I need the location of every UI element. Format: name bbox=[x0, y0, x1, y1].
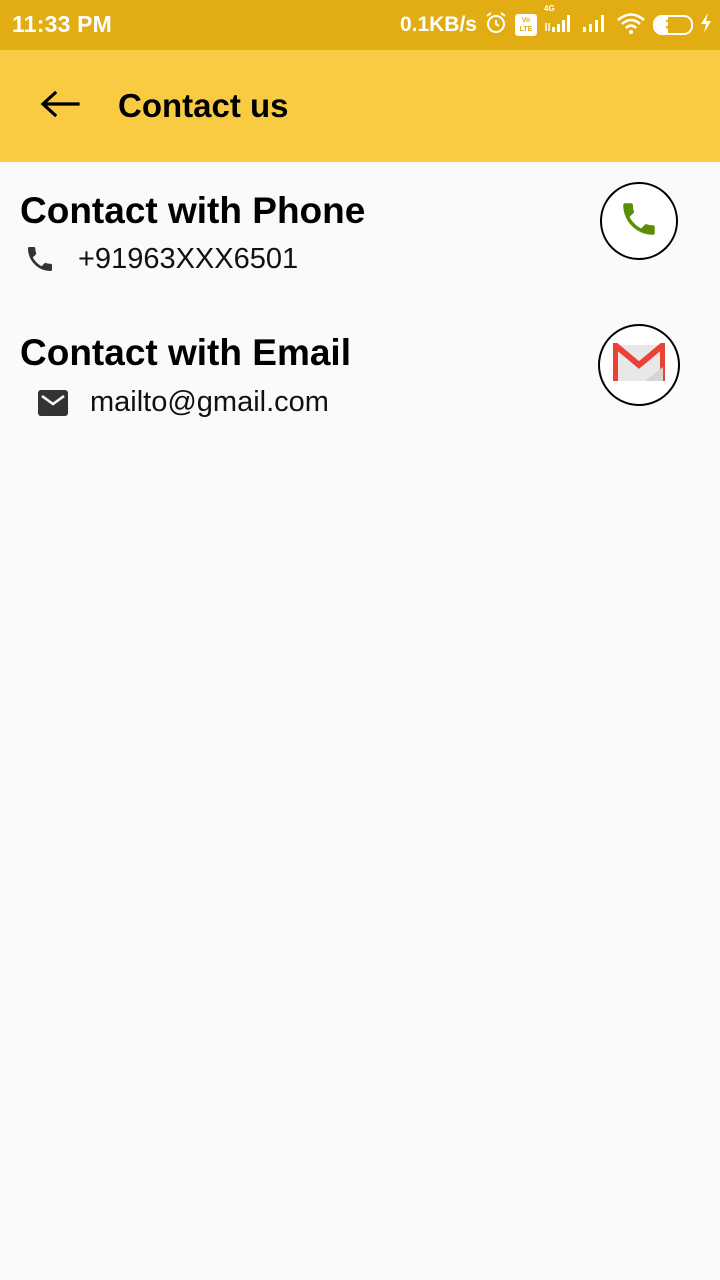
status-time: 11:33 PM bbox=[12, 11, 113, 37]
call-button[interactable] bbox=[600, 182, 678, 260]
status-icons: 0.1KB/s Vo LTE 4G 37 bbox=[399, 4, 712, 40]
email-address: mailto@gmail.com bbox=[90, 386, 329, 418]
gmail-button[interactable] bbox=[598, 324, 680, 406]
arrow-back-icon bbox=[40, 90, 80, 123]
email-row[interactable]: mailto@gmail.com bbox=[38, 386, 329, 419]
back-button[interactable] bbox=[32, 78, 88, 134]
phone-number: +91963XXX6501 bbox=[78, 242, 299, 275]
charging-icon bbox=[700, 12, 712, 39]
email-section-title: Contact with Email bbox=[20, 332, 351, 373]
signal-4g-icon: 4G bbox=[544, 4, 574, 39]
gmail-icon bbox=[612, 338, 666, 388]
email-icon bbox=[38, 387, 70, 419]
wifi-icon bbox=[616, 11, 646, 40]
status-bar: 11:33 PM 0.1KB/s Vo LTE 4G 37 bbox=[0, 0, 720, 50]
volte-icon: Vo LTE bbox=[515, 14, 537, 36]
battery-level: 37 bbox=[665, 16, 681, 32]
phone-section-title: Contact with Phone bbox=[20, 190, 366, 231]
network-speed: 0.1KB/s bbox=[399, 13, 477, 36]
phone-icon bbox=[24, 242, 58, 276]
phone-call-icon bbox=[618, 198, 660, 245]
page-title: Contact us bbox=[118, 87, 289, 124]
battery-icon: 37 bbox=[653, 15, 693, 35]
alarm-icon bbox=[484, 11, 508, 40]
phone-row[interactable]: +91963XXX6501 bbox=[24, 242, 298, 276]
app-toolbar: Contact us bbox=[0, 50, 720, 162]
signal-icon bbox=[581, 12, 609, 39]
network-type-label: 4G bbox=[544, 3, 555, 13]
